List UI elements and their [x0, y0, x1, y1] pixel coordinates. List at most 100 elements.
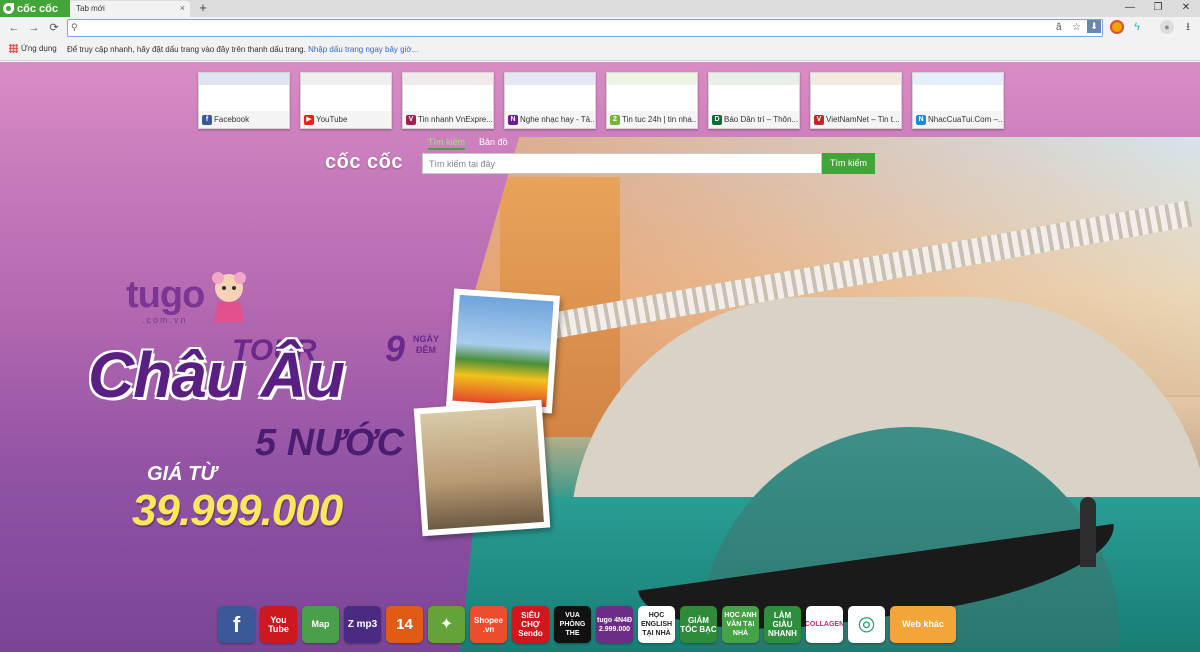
tab-close-icon[interactable]: ×	[180, 3, 185, 13]
speed-dial-thumbnail	[811, 73, 901, 113]
web-khac-shortcut[interactable]: Web khác	[890, 606, 956, 643]
speed-dial-label: N Nghe nhạc hay - Tả...	[505, 111, 595, 128]
download-icon[interactable]: ⭳	[1181, 20, 1195, 34]
back-button[interactable]: ←	[6, 20, 22, 36]
ad-destination: Châu Âu	[88, 339, 345, 411]
tab-search[interactable]: Tìm kiếm	[428, 137, 465, 150]
speed-dial-tile[interactable]: 2 Tin tuc 24h | tin nha...	[606, 72, 698, 129]
speed-dial-thumbnail	[301, 73, 391, 113]
speed-dial-tile[interactable]: V Tin nhanh VnExpre...	[402, 72, 494, 129]
new-tab-background: tugo .com.vn TOUR Châu Âu 9 NGÀY ĐÊM 5 N…	[0, 62, 1200, 652]
apps-grid-icon	[9, 44, 18, 53]
collagen-shortcut[interactable]: COLLAGEN	[806, 606, 843, 643]
bookmarks-hint: Để truy cập nhanh, hãy đặt dấu trang vào…	[67, 45, 418, 54]
tab-new-tab[interactable]: Tab mới ×	[70, 1, 190, 17]
speed-dial-thumbnail	[607, 73, 697, 113]
search-button[interactable]: Tìm kiếm	[822, 153, 875, 174]
speed-dial-tile[interactable]: N Nghe nhạc hay - Tả...	[504, 72, 596, 129]
translate-icon[interactable]: ă	[1056, 22, 1062, 33]
bookmark-star-icon[interactable]: ☆	[1072, 22, 1081, 33]
lam-giau-shortcut[interactable]: LÀM GIÀU NHANH	[764, 606, 801, 643]
search-icon: ⚲	[71, 22, 78, 32]
site-favicon-icon: N	[916, 115, 926, 125]
close-window-button[interactable]: ✕	[1172, 0, 1200, 17]
speed-dial: f Facebook ▶ YouTube V Tin nhanh VnExpre... N N…	[198, 72, 1004, 129]
ad-days-text: NGÀY ĐÊM	[412, 334, 439, 355]
site-favicon-icon: ▶	[304, 115, 314, 125]
ad-price-label: GIÁ TỪ	[147, 463, 217, 485]
giam-toc-bac-shortcut[interactable]: GIẢM TÓC BẠC	[680, 606, 717, 643]
site-favicon-icon: V	[406, 115, 416, 125]
speed-dial-thumbnail	[505, 73, 595, 113]
speed-dial-tile[interactable]: V VietNamNet – Tin t...	[810, 72, 902, 129]
apps-shortcut[interactable]: Ứng dụng	[9, 44, 57, 53]
speed-dial-label: ▶ YouTube	[301, 111, 391, 128]
speed-dial-thumbnail	[403, 73, 493, 113]
forward-button[interactable]: →	[26, 20, 42, 36]
ad-brand[interactable]: tugo	[126, 274, 205, 317]
speed-dial-thumbnail	[199, 73, 289, 113]
ad-price[interactable]: 39.999.000	[132, 486, 343, 536]
facebook-shortcut[interactable]: f	[218, 606, 255, 643]
green-circle-shortcut[interactable]: ◎	[848, 606, 885, 643]
search-input[interactable]: Tìm kiếm tại đây	[422, 153, 822, 174]
youtube-shortcut[interactable]: You Tube	[260, 606, 297, 643]
new-tab-button[interactable]: +	[196, 0, 210, 16]
venice-background-image	[460, 137, 1200, 652]
chrome-ext-icon[interactable]	[1110, 20, 1124, 34]
gondolier-image	[1080, 497, 1096, 567]
site-favicon-icon: N	[508, 115, 518, 125]
address-input[interactable]	[82, 21, 982, 35]
reload-button[interactable]: ⟳	[46, 20, 62, 36]
windmill-photo	[446, 288, 560, 414]
minimize-button[interactable]: —	[1116, 0, 1144, 17]
speed-dial-label: 2 Tin tuc 24h | tin nha...	[607, 111, 697, 128]
user-icon[interactable]: ●	[1160, 20, 1174, 34]
browser-brand-text: cốc cốc	[17, 2, 58, 15]
eiffel-photo	[413, 399, 551, 537]
coccoc-leaf-icon	[3, 3, 14, 14]
speed-dial-thumbnail	[709, 73, 799, 113]
site-favicon-icon: 2	[610, 115, 620, 125]
tab-map[interactable]: Bản đồ	[479, 137, 508, 150]
apps-label: Ứng dụng	[21, 44, 57, 53]
zing-mp3-shortcut[interactable]: Z mp3	[344, 606, 381, 643]
speed-dial-label: V Tin nhanh VnExpre...	[403, 111, 493, 128]
sendo-shortcut[interactable]: SIÊU CHỢ Sendo	[512, 606, 549, 643]
coccoc-search-logo: cốc cốc	[325, 151, 403, 173]
kenh14-shortcut[interactable]: 14	[386, 606, 423, 643]
speed-dial-label: V VietNamNet – Tin t...	[811, 111, 901, 128]
savior-download-icon[interactable]: ⬇	[1087, 20, 1101, 33]
tab-title: Tab mới	[76, 4, 105, 13]
hoc-english-shortcut[interactable]: HỌC ENGLISH TẠI NHÀ	[638, 606, 675, 643]
map-shortcut[interactable]: Map	[302, 606, 339, 643]
hoc-anh-van-shortcut[interactable]: HỌC ANH VĂN TẠI NHÀ	[722, 606, 759, 643]
speed-dial-label: D Báo Dân trí – Thôn...	[709, 111, 799, 128]
shortcut-bar: f You Tube Map Z mp3 14 ✦ Shopee .vn SIÊU CHỢ S…	[218, 606, 956, 643]
speed-dial-label: f Facebook	[199, 111, 289, 128]
compass-shortcut[interactable]: ✦	[428, 606, 465, 643]
bookmarks-bar: Ứng dụng Để truy cập nhanh, hãy đặt dấu …	[0, 39, 1200, 61]
site-favicon-icon: f	[202, 115, 212, 125]
speed-dial-tile[interactable]: N NhacCuaTui.Com –...	[912, 72, 1004, 129]
tugo-shortcut[interactable]: tugo 4N4Đ 2.999.000	[596, 606, 633, 643]
speed-dial-tile[interactable]: ▶ YouTube	[300, 72, 392, 129]
search-tabs: Tìm kiếm Bản đồ	[428, 137, 508, 150]
ad-domain: .com.vn	[142, 315, 188, 325]
address-bar[interactable]: ⚲ ă ☆	[67, 19, 1103, 37]
speed-dial-tile[interactable]: D Báo Dân trí – Thôn...	[708, 72, 800, 129]
bookmarks-hint-text: Để truy cập nhanh, hãy đặt dấu trang vào…	[67, 45, 306, 54]
speed-dial-tile[interactable]: f Facebook	[198, 72, 290, 129]
feather-icon[interactable]: ϟ	[1130, 20, 1144, 34]
site-favicon-icon: D	[712, 115, 722, 125]
browser-logo[interactable]: cốc cốc	[0, 0, 70, 17]
ad-countries: 5 NƯỚC	[255, 422, 405, 464]
import-bookmarks-link[interactable]: Nhập dấu trang ngay bây giờ...	[308, 45, 418, 54]
ad-days-number: 9	[385, 328, 406, 369]
vua-phong-the-shortcut[interactable]: VUA PHÒNG THE	[554, 606, 591, 643]
tab-strip: cốc cốc Tab mới × + — ❐ ✕	[0, 0, 1200, 17]
shopee-shortcut[interactable]: Shopee .vn	[470, 606, 507, 643]
speed-dial-label: N NhacCuaTui.Com –...	[913, 111, 1003, 128]
mascot-icon	[212, 272, 246, 322]
maximize-button[interactable]: ❐	[1144, 0, 1172, 17]
